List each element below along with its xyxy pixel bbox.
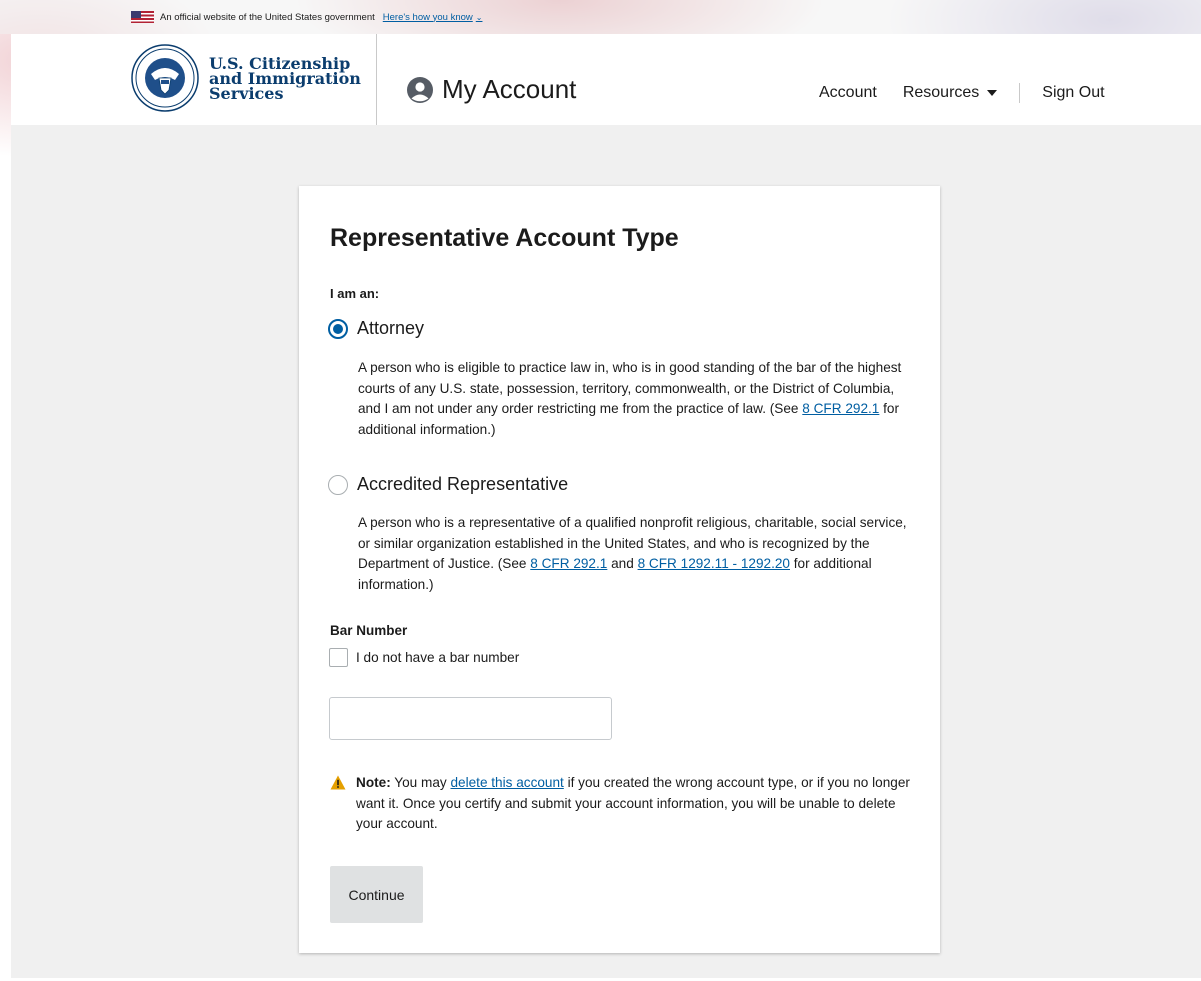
- gov-banner: An official website of the United States…: [0, 0, 1201, 34]
- accredited-rep-label: Accredited Representative: [357, 474, 569, 494]
- agency-name-line3: Services: [209, 83, 284, 103]
- heres-how-you-know-link[interactable]: Here's how you know ⌄: [383, 12, 483, 23]
- note-heading: Note:: [356, 775, 391, 790]
- attorney-8cfr-292-1-link[interactable]: 8 CFR 292.1: [802, 401, 879, 416]
- accredited-rep-description: A person who is a representative of a qu…: [358, 513, 918, 595]
- header-divider: [376, 34, 377, 125]
- i-am-label: I am an:: [330, 286, 380, 301]
- no-bar-number-option[interactable]: I do not have a bar number: [329, 648, 519, 667]
- heres-how-you-know-label: Here's how you know: [382, 11, 473, 23]
- nav-resources-label: Resources: [902, 84, 980, 101]
- us-flag-icon: [131, 11, 154, 23]
- note-prefix: You may: [390, 775, 451, 790]
- account-circle-icon: [407, 76, 433, 103]
- agency-name: U.S. Citizenship and Immigration Service…: [209, 55, 379, 103]
- nav-account-link[interactable]: Account: [819, 84, 877, 102]
- continue-button[interactable]: Continue: [330, 866, 423, 923]
- accredited-desc-middle: and: [607, 556, 638, 572]
- caret-down-icon: [987, 90, 998, 96]
- accredited-rep-radio-option[interactable]: Accredited Representative: [328, 474, 568, 495]
- attorney-radio[interactable]: [328, 318, 348, 339]
- sign-out-link[interactable]: Sign Out: [1042, 84, 1104, 102]
- agency-logo[interactable]: U.S. Citizenship and Immigration Service…: [131, 44, 379, 112]
- chevron-down-icon: ⌄: [475, 12, 483, 22]
- dhs-seal-icon: [131, 44, 199, 112]
- app-title: My Account: [442, 74, 577, 104]
- warning-triangle-icon: [330, 775, 346, 790]
- attorney-description: A person who is eligible to practice law…: [358, 358, 918, 440]
- account-type-card: Representative Account Type I am an: Att…: [299, 186, 940, 953]
- site-header: U.S. Citizenship and Immigration Service…: [11, 34, 1201, 125]
- primary-nav: Account Resources Sign Out: [819, 83, 1105, 103]
- delete-account-note: Note: You may delete this account if you…: [330, 773, 920, 835]
- delete-account-link[interactable]: delete this account: [450, 775, 563, 790]
- nav-resources-menu[interactable]: Resources: [902, 84, 998, 102]
- gov-banner-content: An official website of the United States…: [131, 8, 482, 26]
- accredited-8cfr-292-1-link[interactable]: 8 CFR 292.1: [530, 556, 607, 571]
- bar-number-input[interactable]: [329, 697, 612, 740]
- gov-banner-text: An official website of the United States…: [160, 11, 375, 23]
- nav-separator: [1019, 83, 1021, 103]
- accredited-rep-radio[interactable]: [328, 474, 348, 495]
- note-text: Note: You may delete this account if you…: [356, 773, 920, 835]
- no-bar-number-checkbox[interactable]: [329, 648, 348, 667]
- my-account-title: My Account: [406, 74, 576, 105]
- 8cfr-1292-link[interactable]: 8 CFR 1292.11 - 1292.20: [638, 556, 790, 571]
- no-bar-number-label: I do not have a bar number: [356, 650, 520, 665]
- bar-number-label: Bar Number: [330, 623, 408, 638]
- page-title: Representative Account Type: [330, 224, 679, 252]
- attorney-label: Attorney: [357, 318, 425, 338]
- attorney-radio-option[interactable]: Attorney: [328, 318, 424, 339]
